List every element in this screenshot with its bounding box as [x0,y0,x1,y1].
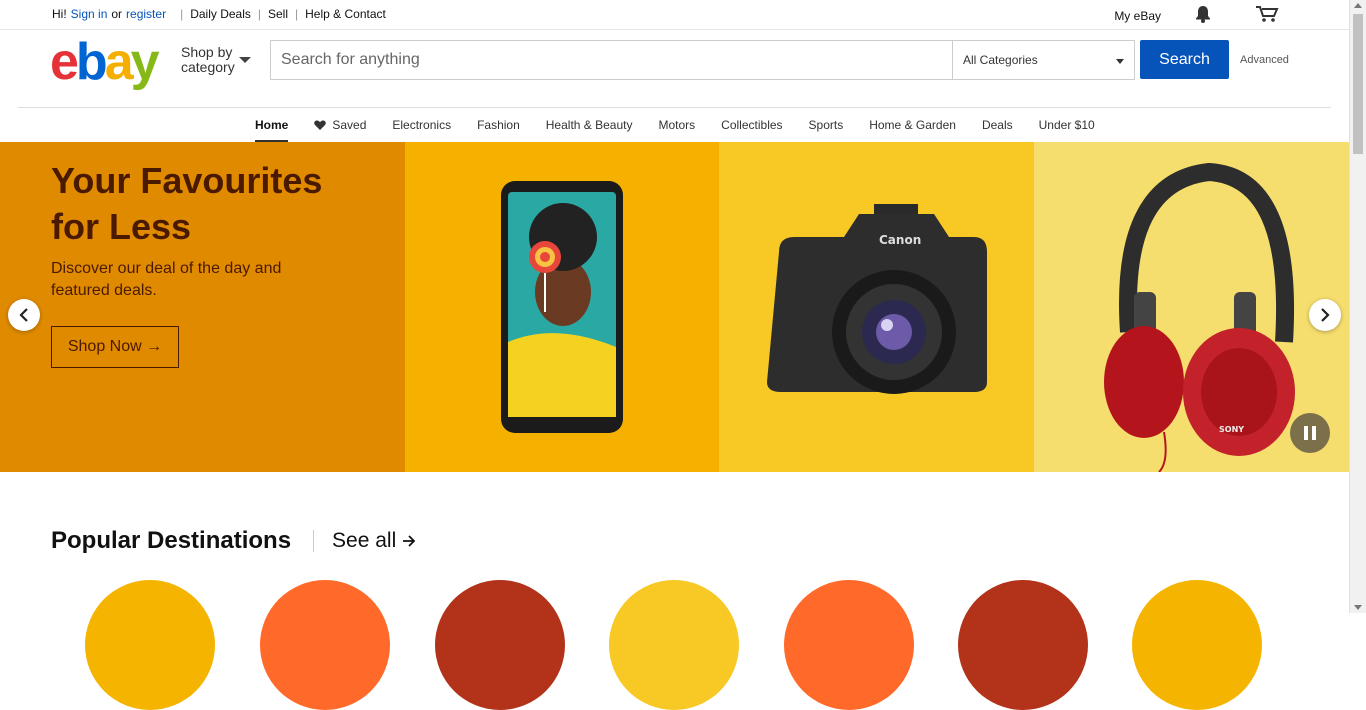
logo-letter: y [130,33,160,91]
ebay-logo[interactable]: ebay [50,33,160,91]
nav-item-under-10[interactable]: Under $10 [1039,108,1095,142]
nav-item-health-beauty[interactable]: Health & Beauty [546,108,633,142]
header: ebay Shop by category All Categories Sea… [0,30,1349,107]
nav-item-sports[interactable]: Sports [809,108,844,142]
scrollbar-thumb[interactable] [1353,14,1363,154]
divider: | [295,7,299,21]
hero-subtitle: Discover our deal of the day and feature… [51,260,282,299]
popular-destinations-carousel [85,580,1285,710]
shop-now-button[interactable]: Shop Now → [51,326,179,368]
category-nav: Home Saved Electronics Fashion Health & … [18,107,1331,142]
shop-by-category-button[interactable]: Shop by category [181,44,251,75]
sign-in-link[interactable]: Sign in [71,7,108,21]
see-all-link[interactable]: See all [332,529,416,553]
section-title: Popular Destinations [51,527,292,554]
greeting-text: Hi! [52,7,67,21]
chevron-left-icon [19,308,28,322]
destination-tile[interactable] [260,580,390,710]
shop-now-label: Shop Now [67,338,142,355]
headphone-brand-text: SONY [1219,425,1244,434]
camera-image: Canon [767,204,987,394]
arrow-right-icon [403,535,416,547]
category-select-value: All Categories [963,53,1038,67]
top-bar-left: Hi! Sign in or register | Daily Deals | … [52,7,386,21]
register-link[interactable]: register [126,7,166,21]
destination-tile[interactable] [609,580,739,710]
divider [313,530,315,552]
destination-tile[interactable] [784,580,914,710]
divider: | [180,7,184,21]
logo-letter: a [104,33,134,91]
destination-tile[interactable] [1132,580,1262,710]
cart-icon[interactable] [1255,5,1279,26]
camera-brand-text: Canon [879,233,921,247]
search-bar: All Categories [270,40,1135,80]
shop-by-label: Shop by [181,44,233,60]
arrow-right-icon: → [146,338,163,355]
carousel-pause-button[interactable] [1290,413,1330,453]
search-button[interactable]: Search [1140,40,1229,79]
destination-tile[interactable] [958,580,1088,710]
scroll-up-icon[interactable] [1354,3,1362,8]
scroll-down-icon[interactable] [1354,605,1362,610]
or-text: or [111,7,123,21]
category-label: category [181,59,235,75]
destination-tile[interactable] [435,580,565,710]
hero-camera-panel[interactable]: Canon [719,142,1034,472]
nav-item-home[interactable]: Home [255,108,289,142]
help-contact-link[interactable]: Help & Contact [305,7,386,21]
nav-item-fashion[interactable]: Fashion [477,108,520,142]
heart-icon [314,120,327,130]
logo-letter: b [75,33,108,91]
pause-icon [1304,426,1316,440]
nav-item-saved[interactable]: Saved [314,108,366,142]
hero-carousel: Your Favourites for Less Discover our de… [0,142,1349,472]
bell-icon[interactable] [1195,5,1211,26]
page-scrollbar[interactable] [1349,0,1366,613]
popular-destinations-header: Popular Destinations See all [51,527,416,555]
category-select[interactable]: All Categories [952,41,1134,79]
smartphone-image [501,181,623,433]
chevron-down-icon [239,57,251,63]
top-bar: Hi! Sign in or register | Daily Deals | … [0,0,1349,30]
nav-item-collectibles[interactable]: Collectibles [721,108,782,142]
advanced-search-link[interactable]: Advanced [1240,54,1289,66]
search-input[interactable] [271,41,952,79]
carousel-next-button[interactable] [1309,299,1341,331]
my-ebay-link[interactable]: My eBay [1114,9,1161,23]
chevron-down-icon [1116,59,1124,64]
divider: | [257,7,261,21]
nav-item-motors[interactable]: Motors [658,108,695,142]
daily-deals-link[interactable]: Daily Deals [190,7,251,21]
nav-item-deals[interactable]: Deals [982,108,1013,142]
nav-item-label: Saved [332,118,367,132]
nav-item-home-garden[interactable]: Home & Garden [869,108,956,142]
category-nav-items: Home Saved Electronics Fashion Health & … [255,108,1121,142]
hero-text-panel: Your Favourites for Less Discover our de… [0,142,405,472]
sell-link[interactable]: Sell [268,7,288,21]
see-all-label: See all [332,529,397,552]
top-bar-right: My eBay [1114,5,1279,26]
chevron-right-icon [1321,308,1330,322]
nav-item-electronics[interactable]: Electronics [392,108,451,142]
hero-title: Your Favourites for Less [51,160,323,247]
carousel-prev-button[interactable] [8,299,40,331]
logo-letter: e [50,33,79,91]
destination-tile[interactable] [85,580,215,710]
hero-phone-panel[interactable] [405,142,719,472]
